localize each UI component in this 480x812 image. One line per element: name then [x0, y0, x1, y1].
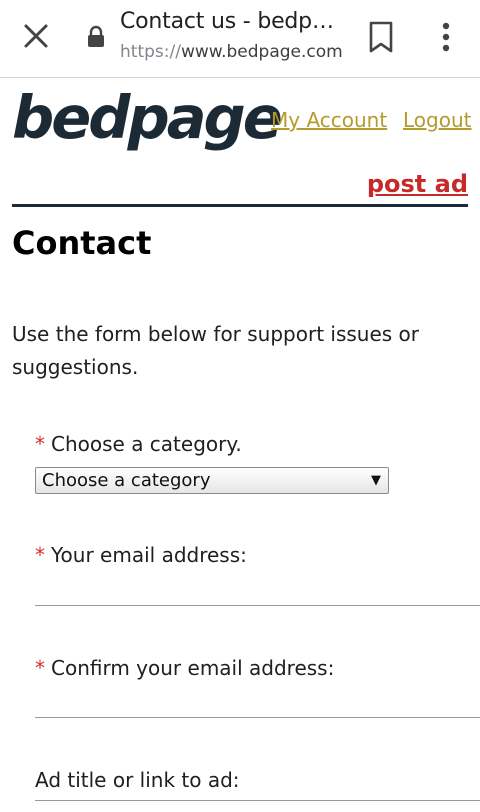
category-label-text: Choose a category.	[51, 432, 242, 456]
email-label-text: Your email address:	[51, 543, 247, 567]
close-icon[interactable]	[20, 20, 52, 52]
category-select-value: Choose a category	[42, 470, 211, 491]
url-host: www.bedpage.com	[180, 42, 343, 62]
confirm-email-label-text: Confirm your email address:	[51, 656, 335, 680]
my-account-link[interactable]: My Account	[271, 108, 387, 132]
bedpage-logo[interactable]: bedpage	[12, 82, 283, 154]
header-divider	[12, 204, 468, 207]
logout-link[interactable]: Logout	[403, 108, 471, 132]
post-ad-link[interactable]: post ad	[367, 170, 468, 198]
more-vert-icon[interactable]	[432, 20, 460, 54]
required-mark: *	[35, 543, 45, 567]
email-field[interactable]	[35, 576, 480, 606]
email-label: * Your email address:	[35, 543, 247, 567]
required-mark: *	[35, 432, 45, 456]
url-display[interactable]: https://www.bedpage.com	[120, 42, 350, 62]
intro-text: Use the form below for support issues or…	[12, 322, 420, 379]
page-title: Contact us - bedp…	[120, 9, 334, 34]
confirm-email-label: * Confirm your email address:	[35, 656, 334, 680]
category-label: * Choose a category.	[35, 432, 242, 456]
bookmark-icon[interactable]	[366, 20, 396, 54]
category-select[interactable]: Choose a category ▼	[35, 467, 389, 494]
confirm-email-field[interactable]	[35, 688, 480, 718]
dropdown-arrow-icon: ▼	[371, 473, 381, 488]
url-scheme: https://	[120, 42, 181, 62]
browser-toolbar: Contact us - bedp… https://www.bedpage.c…	[0, 0, 480, 78]
lock-icon[interactable]	[86, 25, 106, 49]
required-mark: *	[35, 656, 45, 680]
ad-title-field[interactable]	[35, 771, 480, 801]
page-content: bedpage My Account Logout post ad Contac…	[0, 78, 480, 812]
contact-heading: Contact	[12, 224, 152, 262]
